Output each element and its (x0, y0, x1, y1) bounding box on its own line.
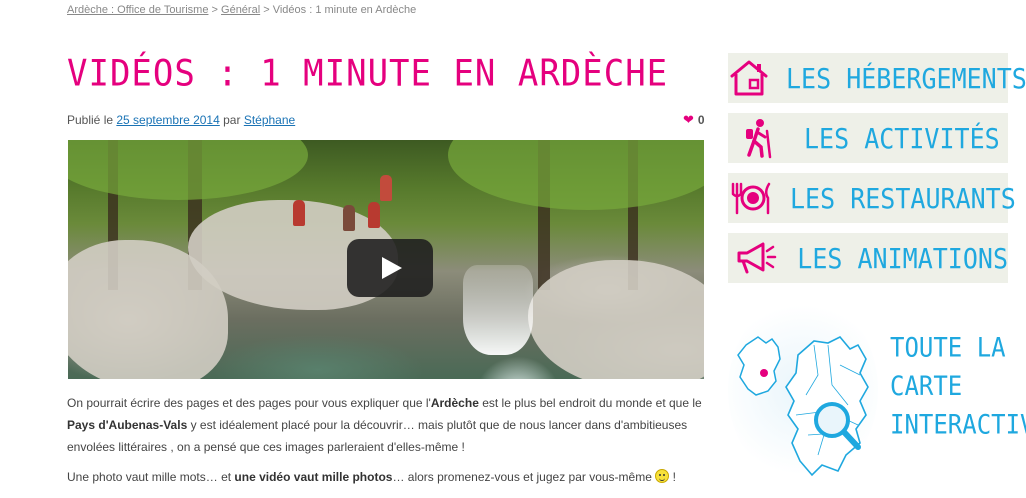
published-prefix: Publié le (67, 113, 114, 127)
text-span: Une photo vaut mille mots… et (67, 470, 235, 484)
map-cta-line: CARTE (890, 370, 963, 402)
plate-icon (728, 173, 774, 223)
text-span: On pourrait écrire des pages et des page… (67, 396, 431, 410)
heart-icon: ❤ (683, 112, 694, 127)
paragraph: On pourrait écrire des pages et des page… (67, 392, 707, 458)
sidebar-button-label: LES ACTIVITÉS (804, 122, 1000, 154)
video-scene-waterfall (463, 265, 533, 355)
hiker-icon (728, 113, 788, 163)
post-meta: Publié le 25 septembre 2014 par Stéphane (67, 113, 295, 127)
smiley-icon (655, 469, 670, 483)
text-span: est le plus bel endroit du monde et que … (478, 396, 702, 410)
video-scene-person (343, 205, 355, 231)
video-scene-person (368, 202, 380, 228)
sidebar-button-label: LES ANIMATIONS (797, 242, 1008, 274)
text-span: ! (669, 470, 676, 484)
video-scene-rock (528, 260, 704, 379)
sidebar-button-restaurants[interactable]: LES RESTAURANTS (728, 173, 1016, 223)
breadcrumb-home-link[interactable]: Ardèche : Office de Tourisme (67, 4, 208, 16)
breadcrumb-current: Vidéos : 1 minute en Ardèche (272, 4, 417, 16)
like-button[interactable]: ❤ 0 (683, 112, 705, 128)
play-icon (382, 257, 402, 279)
sidebar-button-label: LES RESTAURANTS (790, 182, 1016, 214)
video-player[interactable] (68, 140, 704, 379)
like-count: 0 (697, 113, 705, 127)
map-cta-text: TOUTE LA CARTE INTERACTIVE (890, 329, 1026, 445)
video-scene-person (380, 175, 392, 201)
breadcrumb-category-link[interactable]: Général (221, 4, 260, 16)
paragraph: Une photo vaut mille mots… et une vidéo … (67, 466, 707, 488)
breadcrumb: Ardèche : Office de Tourisme > Général >… (67, 4, 416, 16)
interactive-map-link[interactable]: TOUTE LA CARTE INTERACTIVE (728, 295, 1026, 485)
sidebar-button-hebergements[interactable]: LES HÉBERGEMENTS (728, 53, 1026, 103)
breadcrumb-separator: > (211, 4, 218, 16)
map-illustration (737, 336, 869, 477)
bold-pays-aubenas-vals: Pays d'Aubenas-Vals (67, 418, 188, 432)
bold-ardeche: Ardèche (430, 396, 479, 410)
map-cta-line: INTERACTIVE (890, 409, 1026, 441)
sidebar-button-animations[interactable]: LES ANIMATIONS (728, 233, 1008, 283)
sidebar-button-activites[interactable]: LES ACTIVITÉS (728, 113, 1008, 163)
by-label: par (223, 113, 241, 127)
post-date-link[interactable]: 25 septembre 2014 (116, 113, 219, 127)
breadcrumb-separator: > (263, 4, 270, 16)
page-title: VIDÉOS : 1 MINUTE EN ARDÈCHE (67, 52, 669, 96)
video-scene-foliage (448, 140, 704, 210)
sidebar-button-label: LES HÉBERGEMENTS (786, 62, 1026, 94)
text-span: … alors promenez-vous et jugez par vous-… (392, 470, 656, 484)
video-scene-person (293, 200, 305, 226)
video-scene-foliage (68, 140, 308, 200)
map-cta-line: TOUTE LA (890, 332, 1006, 364)
megaphone-icon (728, 233, 781, 283)
post-content: On pourrait écrire des pages et des page… (67, 392, 707, 488)
bold-video-phrase: une vidéo vaut mille photos (234, 470, 393, 484)
author-link[interactable]: Stéphane (244, 113, 295, 127)
house-icon (728, 53, 770, 103)
play-button[interactable] (347, 239, 433, 297)
